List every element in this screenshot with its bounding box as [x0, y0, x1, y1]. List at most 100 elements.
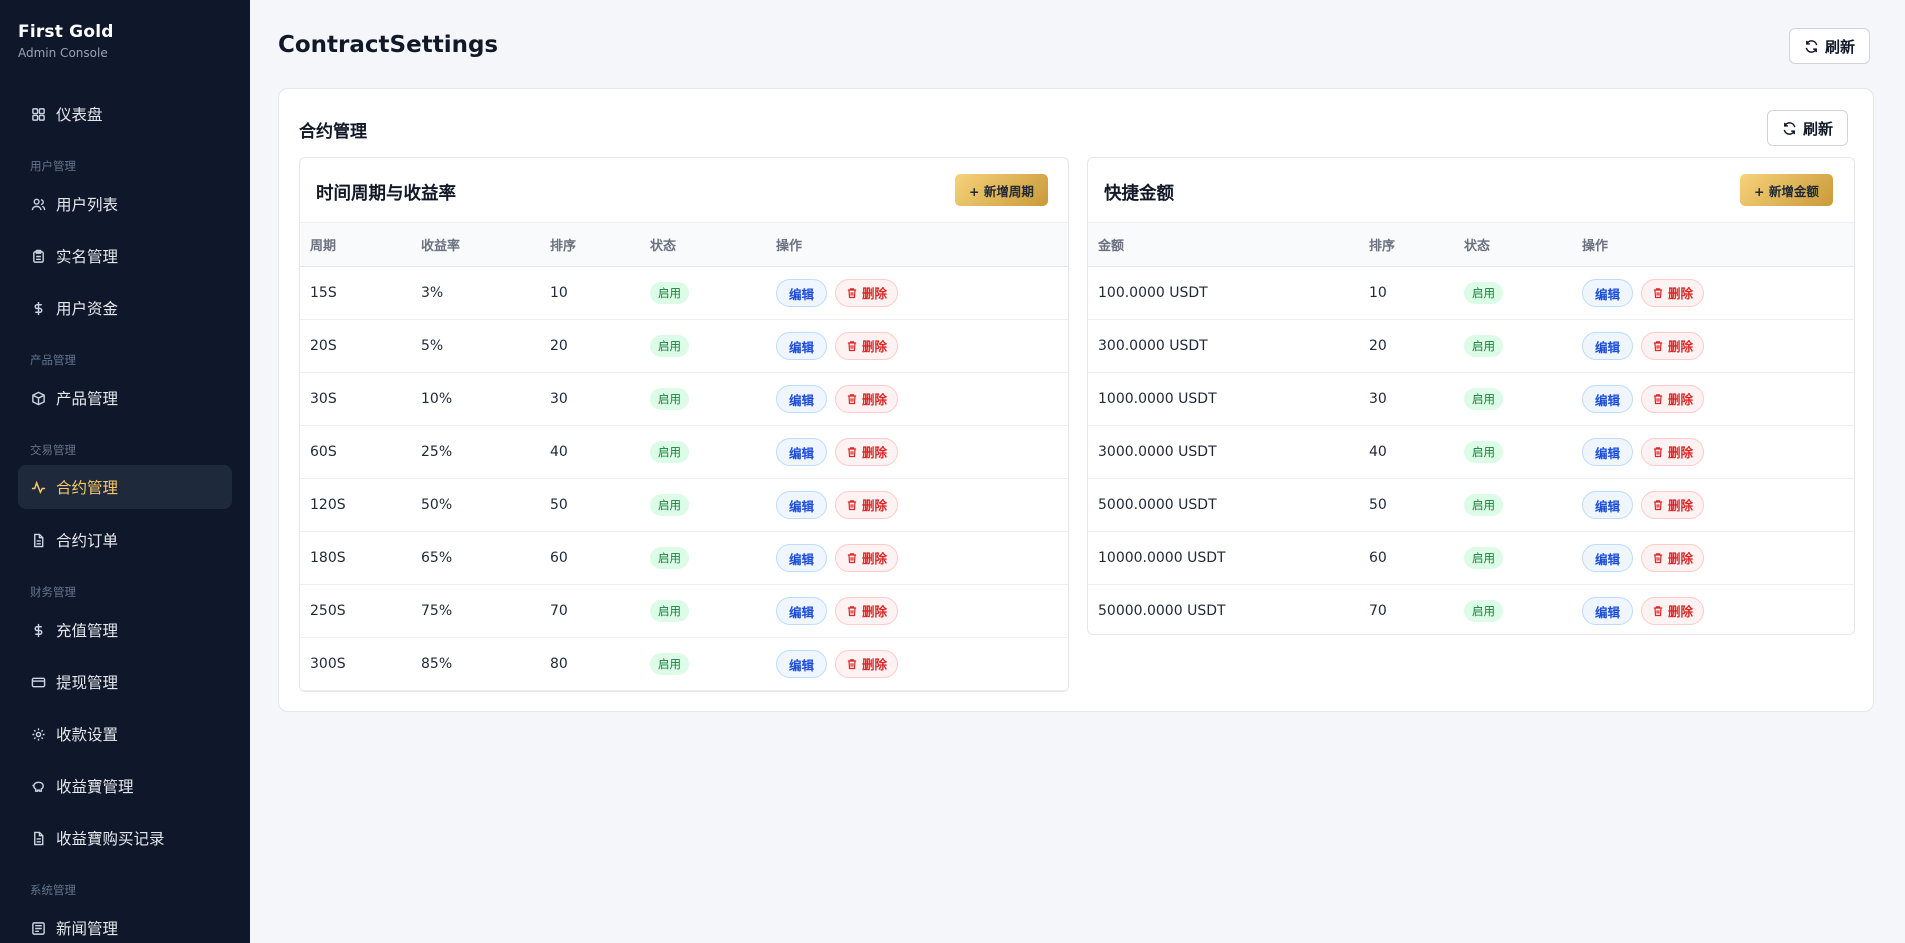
sidebar-item-label: 实名管理	[56, 248, 119, 266]
delete-button[interactable]: 删除	[1641, 490, 1705, 519]
brand-subtitle: Admin Console	[18, 46, 108, 60]
rate-cell: 25%	[421, 444, 453, 460]
sidebar-item-withdrawals[interactable]: 提现管理	[18, 660, 232, 704]
edit-button[interactable]: 编辑	[1582, 385, 1634, 414]
edit-button[interactable]: 编辑	[776, 491, 828, 520]
actions-cell: 编辑 删除	[766, 373, 1068, 426]
card-icon	[30, 674, 46, 690]
trash-icon	[847, 659, 857, 669]
edit-button[interactable]: 编辑	[1582, 438, 1634, 467]
edit-button[interactable]: 编辑	[1582, 544, 1634, 573]
sidebar-item-earn-management[interactable]: 收益寶管理	[18, 764, 232, 808]
refresh-icon	[1783, 121, 1796, 135]
delete-label: 删除	[1668, 392, 1694, 408]
sidebar-item-contract-orders[interactable]: 合约订单	[18, 518, 232, 562]
sidebar-item-label: 收益寶购买记录	[56, 830, 165, 848]
edit-button[interactable]: 编辑	[1582, 491, 1634, 520]
delete-button[interactable]: 删除	[1641, 596, 1705, 625]
trash-icon	[847, 394, 857, 404]
brand-title: First Gold	[18, 22, 114, 42]
delete-button[interactable]: 删除	[1641, 331, 1705, 360]
delete-button[interactable]: 删除	[1641, 543, 1705, 572]
period-cell: 60S	[310, 444, 337, 460]
page-refresh-button[interactable]: 刷新	[1789, 28, 1871, 64]
sidebar-item-news[interactable]: 新闻管理	[18, 906, 232, 943]
delete-button[interactable]: 删除	[835, 490, 899, 519]
table-row: 50000.0000 USDT 70 启用 编辑 删除	[1088, 585, 1854, 635]
delete-button[interactable]: 删除	[1641, 384, 1705, 413]
grid-icon	[30, 106, 46, 122]
delete-label: 删除	[862, 604, 888, 620]
sidebar-item-kyc[interactable]: 实名管理	[18, 234, 232, 278]
period-cell: 250S	[310, 603, 346, 619]
sidebar-item-products[interactable]: 产品管理	[18, 376, 232, 420]
sidebar-item-label: 收款设置	[56, 726, 119, 744]
refresh-label: 刷新	[1803, 119, 1834, 138]
card-refresh-button[interactable]: 刷新	[1767, 110, 1849, 146]
sidebar-item-user-funds[interactable]: 用户资金	[18, 286, 232, 330]
sidebar-item-label: 收益寶管理	[56, 778, 134, 796]
delete-button[interactable]: 删除	[1641, 437, 1705, 466]
status-badge: 启用	[650, 547, 689, 569]
amount-cell: 3000.0000 USDT	[1098, 444, 1217, 460]
delete-button[interactable]: 删除	[835, 543, 899, 572]
table-header-row: 金额 排序 状态 操作	[1088, 222, 1854, 267]
table-row: 300.0000 USDT 20 启用 编辑 删除	[1088, 320, 1854, 373]
add-period-button[interactable]: + 新增周期	[955, 174, 1048, 206]
table-header-row: 周期 收益率 排序 状态 操作	[300, 222, 1068, 267]
table-row: 10000.0000 USDT 60 启用 编辑 删除	[1088, 532, 1854, 585]
column-header: 金额	[1098, 239, 1125, 254]
delete-label: 删除	[862, 339, 888, 355]
dollar-icon	[30, 300, 46, 316]
sidebar-item-contracts[interactable]: 合约管理	[18, 465, 232, 509]
sidebar-item-user-list[interactable]: 用户列表	[18, 182, 232, 226]
delete-button[interactable]: 删除	[1641, 278, 1705, 307]
sort-cell: 80	[550, 656, 568, 672]
table-row: 120S 50% 50 启用 编辑 删除	[300, 479, 1068, 532]
edit-button[interactable]: 编辑	[776, 438, 828, 467]
rate-cell: 5%	[421, 338, 444, 354]
delete-label: 删除	[1668, 551, 1694, 567]
edit-button[interactable]: 编辑	[1582, 597, 1634, 626]
status-cell: 启用	[1454, 585, 1572, 635]
edit-button[interactable]: 编辑	[776, 597, 828, 626]
delete-button[interactable]: 删除	[835, 596, 899, 625]
periods-panel: 时间周期与收益率 + 新增周期 周期 收益率 排序 状态 操作 15S 3% 10 启…	[299, 157, 1069, 692]
sidebar-item-dashboard[interactable]: 仪表盘	[18, 92, 232, 136]
actions-cell: 编辑 删除	[1572, 267, 1854, 320]
sidebar-item-earn-purchases[interactable]: 收益寶购买记录	[18, 816, 232, 860]
sidebar-item-label: 合约管理	[56, 479, 119, 497]
delete-button[interactable]: 删除	[835, 278, 899, 307]
edit-button[interactable]: 编辑	[776, 385, 828, 414]
status-cell: 启用	[1454, 373, 1572, 426]
sort-cell: 30	[550, 391, 568, 407]
sidebar-item-label: 产品管理	[56, 390, 119, 408]
rate-cell: 75%	[421, 603, 453, 619]
edit-button[interactable]: 编辑	[776, 279, 828, 308]
amount-cell: 50000.0000 USDT	[1098, 603, 1226, 619]
contract-card: 合约管理 刷新 时间周期与收益率 + 新增周期 周期 收益率 排序 状态 操作 …	[278, 88, 1874, 712]
status-badge: 启用	[650, 441, 689, 463]
edit-button[interactable]: 编辑	[1582, 332, 1634, 361]
table-row: 60S 25% 40 启用 编辑 删除	[300, 426, 1068, 479]
actions-cell: 编辑 删除	[1572, 373, 1854, 426]
delete-button[interactable]: 删除	[835, 437, 899, 466]
delete-button[interactable]: 删除	[835, 331, 899, 360]
sidebar-item-deposits[interactable]: 充值管理	[18, 608, 232, 652]
status-badge: 启用	[650, 335, 689, 357]
edit-button[interactable]: 编辑	[776, 332, 828, 361]
add-amount-button[interactable]: + 新增金额	[1740, 174, 1833, 206]
delete-button[interactable]: 删除	[835, 384, 899, 413]
actions-cell: 编辑 删除	[766, 638, 1068, 691]
edit-button[interactable]: 编辑	[1582, 279, 1634, 308]
sidebar-item-label: 充值管理	[56, 622, 119, 640]
period-cell: 15S	[310, 285, 337, 301]
delete-label: 删除	[862, 286, 888, 302]
edit-button[interactable]: 编辑	[776, 544, 828, 573]
edit-button[interactable]: 编辑	[776, 650, 828, 679]
trash-icon	[1653, 500, 1663, 510]
sidebar-item-payment-settings[interactable]: 收款设置	[18, 712, 232, 756]
delete-button[interactable]: 删除	[835, 649, 899, 678]
rate-cell: 50%	[421, 497, 453, 513]
actions-cell: 编辑 删除	[766, 479, 1068, 532]
